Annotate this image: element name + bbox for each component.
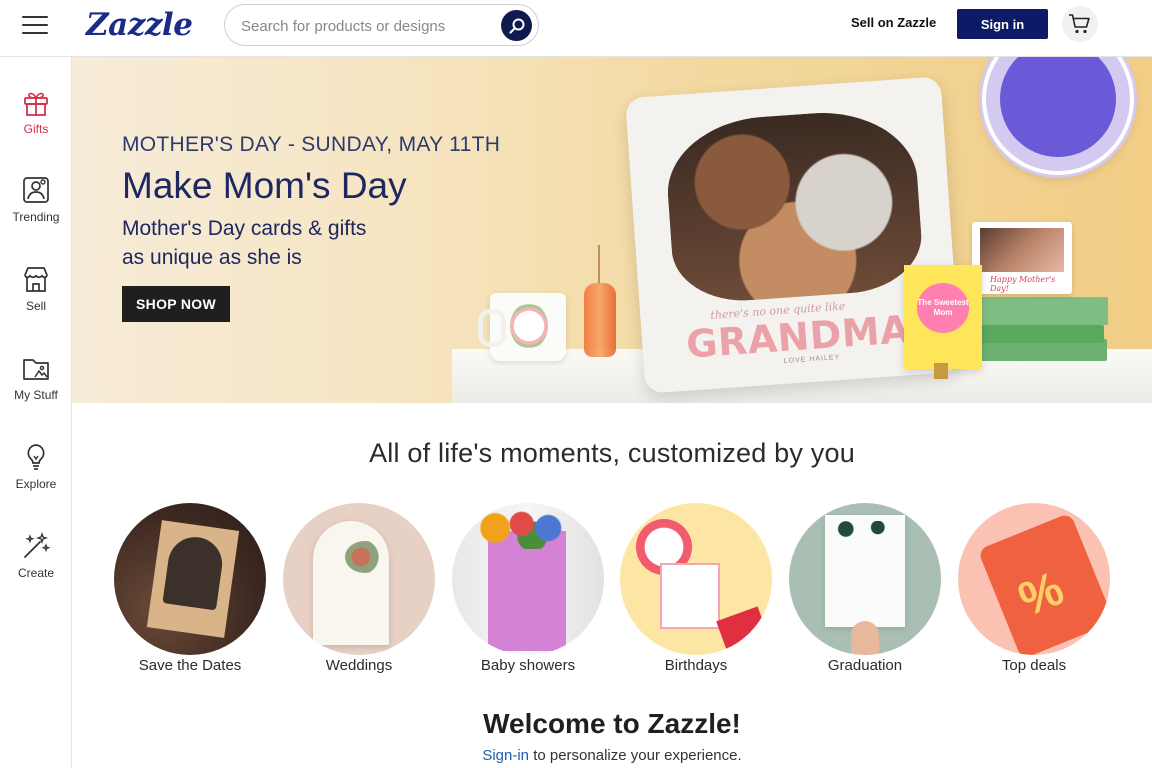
books-image — [972, 325, 1104, 343]
hero-banner[interactable]: MOTHER'S DAY - SUNDAY, MAY 11TH Make Mom… — [72, 57, 1152, 403]
mug-image — [478, 293, 566, 361]
hero-subtitle: Mother's Day cards & gifts as unique as … — [122, 214, 422, 272]
weddings-image — [283, 503, 435, 655]
birthdays-image — [620, 503, 772, 655]
sidebar-item-trending[interactable]: Trending — [0, 175, 72, 245]
graduation-image — [789, 503, 941, 655]
sign-in-button[interactable]: Sign in — [957, 9, 1048, 39]
moment-label: Save the Dates — [138, 657, 242, 674]
shop-now-button[interactable]: SHOP NOW — [122, 286, 230, 322]
lightbulb-icon — [27, 444, 45, 470]
cart-icon — [1069, 14, 1090, 34]
folder-icon — [23, 359, 49, 380]
welcome-title: Welcome to Zazzle! — [483, 708, 741, 739]
vase-image — [584, 283, 616, 357]
moment-save-the-dates[interactable]: Save the Dates — [114, 503, 266, 674]
sidebar-item-gifts[interactable]: Gifts — [0, 87, 72, 157]
mom-ever-sign-image — [982, 57, 1134, 175]
photo-frame-image: Happy Mother's Day! — [972, 222, 1072, 294]
books-image — [980, 297, 1108, 325]
storefront-icon — [24, 267, 48, 292]
hero-subtitle-line: Mother's Day cards & gifts — [122, 217, 367, 240]
moment-top-deals[interactable]: % Top deals — [958, 503, 1110, 674]
sidebar-item-label: Explore — [15, 477, 57, 491]
heart-card-text: The Sweetest Mom — [917, 283, 969, 333]
hamburger-menu-icon[interactable] — [20, 14, 50, 36]
sidebar-item-label: My Stuff — [14, 388, 58, 402]
flower-stem — [598, 245, 600, 285]
moments-heading: All of life's moments, customized by you — [369, 438, 855, 468]
cart-button[interactable] — [1062, 6, 1098, 42]
hero-subtitle-line: as unique as she is — [122, 246, 302, 269]
search-button[interactable] — [501, 10, 532, 41]
magic-wand-icon — [24, 531, 51, 558]
sidebar-item-label: Trending — [12, 210, 60, 224]
frame-photo — [980, 228, 1064, 272]
search-bar — [224, 4, 539, 46]
gift-icon — [24, 92, 48, 116]
zazzle-logo[interactable]: Zazzle — [86, 6, 193, 44]
sidebar-item-label: Gifts — [23, 122, 49, 136]
top-deals-image: % — [958, 503, 1110, 655]
moment-birthdays[interactable]: Birthdays — [620, 503, 772, 674]
frame-caption: Happy Mother's Day! — [990, 275, 1056, 293]
sidebar-item-label: Sell — [25, 299, 46, 313]
baby-showers-image — [452, 503, 604, 655]
moment-label: Weddings — [325, 657, 393, 674]
left-navigation-rail: Gifts Trending Sell My Stuff Explore Cre… — [0, 57, 72, 768]
pillow-photo — [662, 106, 926, 306]
moment-weddings[interactable]: Weddings — [283, 503, 435, 674]
sidebar-item-sell[interactable]: Sell — [0, 264, 72, 334]
welcome-subtitle: Sign-in to personalize your experience. — [72, 747, 1152, 764]
search-input[interactable] — [241, 15, 491, 37]
moment-graduation[interactable]: Graduation — [789, 503, 941, 674]
search-icon — [508, 18, 524, 34]
sign-in-link[interactable]: Sign-in — [482, 747, 529, 764]
sidebar-item-label: Create — [17, 566, 55, 580]
moment-baby-showers[interactable]: Baby showers — [452, 503, 604, 674]
card-clip — [934, 363, 948, 379]
trending-icon — [23, 177, 49, 203]
hero-title: Make Mom's Day — [122, 165, 407, 206]
save-the-dates-image — [114, 503, 266, 655]
top-header: Zazzle Sell on Zazzle Sign in — [0, 0, 1152, 57]
moment-label: Top deals — [1001, 657, 1067, 674]
sidebar-item-explore[interactable]: Explore — [0, 442, 72, 512]
moment-label: Birthdays — [664, 657, 728, 674]
welcome-subtitle-text: to personalize your experience. — [529, 747, 742, 764]
sidebar-item-create[interactable]: Create — [0, 531, 72, 601]
moment-label: Graduation — [827, 657, 903, 674]
hero-kicker: MOTHER'S DAY - SUNDAY, MAY 11TH — [122, 133, 501, 156]
moment-label: Baby showers — [480, 657, 576, 674]
sell-on-zazzle-link[interactable]: Sell on Zazzle — [851, 15, 936, 30]
sidebar-item-my-stuff[interactable]: My Stuff — [0, 353, 72, 423]
